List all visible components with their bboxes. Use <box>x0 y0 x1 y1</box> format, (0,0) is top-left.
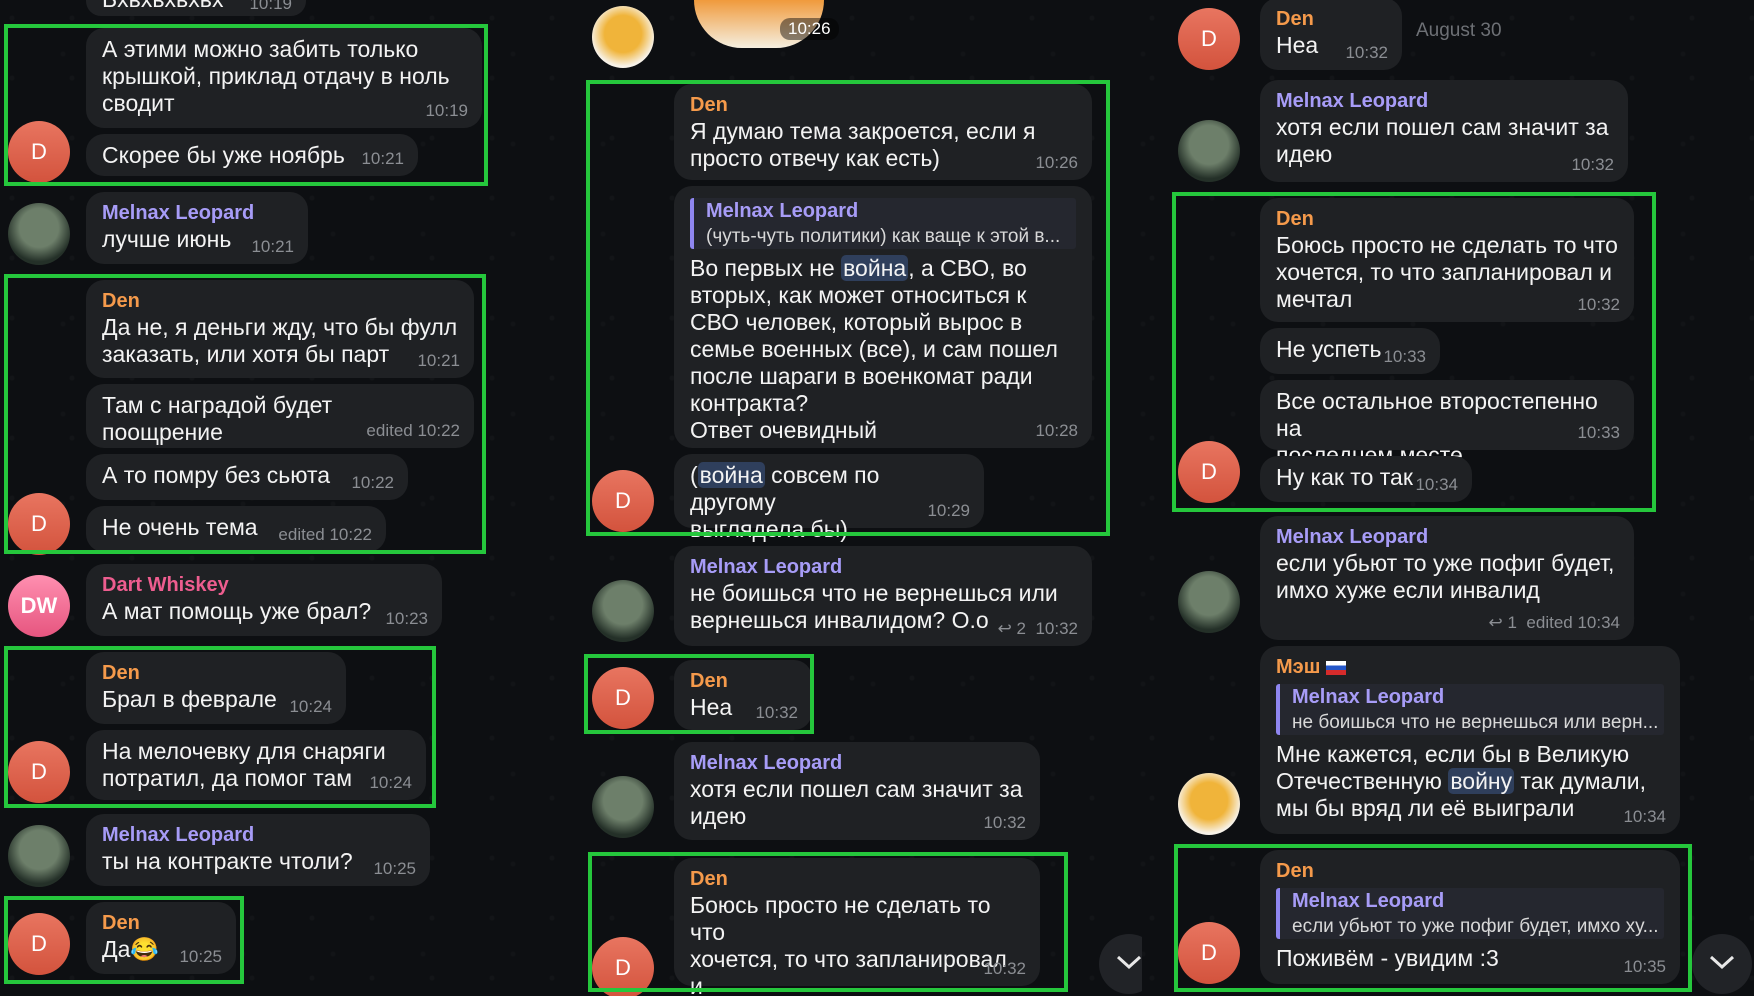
message-time: 10:23 <box>385 609 428 628</box>
message-bubble[interactable]: Melnax Leopard если убьют то уже пофиг б… <box>1260 516 1634 640</box>
selection-frame <box>4 896 244 984</box>
time-value: edited 10:34 <box>1526 613 1620 632</box>
chat-column-3: August 30 Den Неа 10:32 D Melnax Leopard… <box>1168 0 1754 996</box>
chat-column-2: 10:26 Den Я думаю тема закроется, если я… <box>582 0 1142 996</box>
sender-name[interactable]: Мэш <box>1276 654 1664 680</box>
sender-name[interactable]: Melnax Leopard <box>1276 88 1612 114</box>
message-bubble[interactable]: Den Неа 10:32 <box>1260 0 1402 70</box>
message-bubble[interactable]: Melnax Leopard не боишься что не вернешь… <box>674 546 1092 646</box>
sender-name[interactable]: Den <box>1276 6 1386 32</box>
message-time: ↩ 2 10:32 <box>998 619 1078 639</box>
message-time: 10:25 <box>373 859 416 878</box>
sender-name[interactable]: Dart Whiskey <box>102 572 426 598</box>
message-bubble[interactable]: Melnax Leopard лучше июнь 10:21 <box>86 192 308 264</box>
message-text: Мне кажется, если бы в Великую Отечестве… <box>1276 741 1664 822</box>
sender-name[interactable]: Melnax Leopard <box>1276 524 1618 550</box>
message-bubble[interactable]: Melnax Leopard ты на контракте чтоли? 10… <box>86 814 430 886</box>
sender-name[interactable]: Melnax Leopard <box>690 554 1076 580</box>
sender-name[interactable]: Melnax Leopard <box>690 750 1024 776</box>
avatar[interactable] <box>592 580 654 642</box>
time-value: 10:32 <box>1035 619 1078 638</box>
selection-frame <box>584 654 814 734</box>
avatar[interactable] <box>8 203 70 265</box>
selection-frame <box>1174 844 1692 992</box>
russia-flag-icon <box>1326 660 1347 675</box>
date-label: August 30 <box>1416 20 1502 41</box>
avatar[interactable]: D <box>1178 8 1240 70</box>
selection-frame <box>4 24 488 186</box>
selection-frame <box>586 80 1110 536</box>
chevron-down-icon <box>1709 954 1735 975</box>
avatar[interactable] <box>1178 773 1240 835</box>
message-time: 10:32 <box>1571 155 1614 174</box>
reply-arrow-icon: ↩ <box>997 619 1017 638</box>
sender-name[interactable]: Melnax Leopard <box>102 822 414 848</box>
message-time: 10:19 <box>249 0 292 13</box>
message-time: 10:34 <box>1623 807 1666 826</box>
chat-column-1: Бхвхвхвхвх 10:19 А этими можно забить то… <box>0 0 520 996</box>
avatar[interactable] <box>592 776 654 838</box>
message-text: если убьют то уже пофиг будет, имхо хуже… <box>1276 550 1615 603</box>
scroll-down-button[interactable] <box>1692 934 1752 994</box>
reply-count: 1 <box>1507 613 1517 632</box>
quote-sender: Melnax Leopard <box>1292 686 1445 708</box>
avatar[interactable]: DW <box>8 575 70 637</box>
reply-arrow-icon: ↩ <box>1488 613 1508 632</box>
avatar[interactable] <box>1178 571 1240 633</box>
message-text: А мат помощь уже брал? <box>102 598 372 624</box>
selection-frame <box>4 646 436 808</box>
sender-name[interactable]: Melnax Leopard <box>102 200 292 226</box>
sender-label: Мэш <box>1276 656 1321 678</box>
avatar[interactable] <box>592 6 654 68</box>
message-time: ↩ 1 edited 10:34 <box>1489 613 1620 633</box>
message-text: лучше июнь <box>102 226 232 252</box>
scroll-down-button[interactable] <box>1099 934 1142 994</box>
message-text: Неа <box>1276 32 1319 58</box>
message-text: хотя если пошел сам значит за идею <box>1276 114 1609 167</box>
selection-frame <box>4 274 486 554</box>
reply-count: 2 <box>1016 619 1026 638</box>
selection-frame <box>1172 192 1656 512</box>
selection-frame <box>588 852 1068 992</box>
message-time: 10:32 <box>983 813 1026 832</box>
message-text: ты на контракте чтоли? <box>102 848 353 874</box>
avatar[interactable] <box>1178 120 1240 182</box>
message-text: Бхвхвхвхвх <box>102 0 223 12</box>
message-text: хотя если пошел сам значит за идею <box>690 776 1023 829</box>
avatar[interactable] <box>8 825 70 887</box>
message-time: 10:21 <box>251 237 294 256</box>
message-bubble[interactable]: Melnax Leopard хотя если пошел сам значи… <box>674 742 1040 840</box>
message-bubble[interactable]: Бхвхвхвхвх 10:19 <box>86 0 306 16</box>
quote-text: не боишься что не вернешься или верн... <box>1292 712 1659 733</box>
reply-quote[interactable]: Melnax Leopard не боишься что не вернешь… <box>1276 684 1664 735</box>
sticker-time: 10:26 <box>780 18 839 40</box>
search-highlight: войну <box>1448 768 1515 794</box>
message-bubble[interactable]: Melnax Leopard хотя если пошел сам значи… <box>1260 80 1628 182</box>
message-time: 10:32 <box>1345 43 1388 62</box>
message-bubble[interactable]: Мэш Melnax Leopard не боишься что не вер… <box>1260 646 1680 834</box>
chevron-down-icon <box>1116 954 1142 975</box>
message-bubble[interactable]: Dart Whiskey А мат помощь уже брал? 10:2… <box>86 564 442 636</box>
